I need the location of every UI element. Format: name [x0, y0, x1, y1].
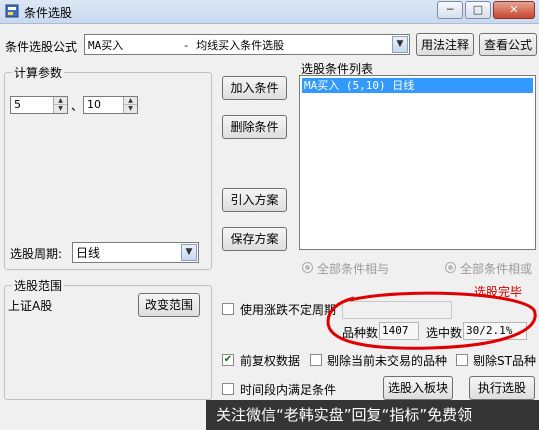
window-title: 条件选股: [24, 6, 73, 20]
all-and-label: 全部条件相与: [317, 262, 390, 276]
maximize-button[interactable]: □: [465, 1, 491, 19]
execute-select-button[interactable]: 执行选股: [469, 376, 535, 400]
exclude-untraded-checkbox[interactable]: [310, 354, 322, 366]
radio-all-and[interactable]: [302, 262, 313, 273]
period-label: 选股周期:: [10, 247, 63, 261]
change-range-button[interactable]: 改变范围: [138, 293, 200, 317]
stepper-down-icon[interactable]: ▼: [54, 105, 67, 113]
chevron-down-icon[interactable]: ▼: [392, 36, 408, 53]
watermark-banner: 关注微信“老韩实盘”回复“指标”免费领: [206, 400, 539, 430]
stepper-up-icon[interactable]: ▲: [54, 97, 67, 105]
formula-select[interactable]: MA买入 - 均线买入条件选股 ▼: [84, 34, 410, 55]
period-select[interactable]: 日线 ▼: [72, 242, 199, 263]
param2-stepper[interactable]: 10 ▲ ▼: [83, 96, 138, 114]
view-formula-button[interactable]: 查看公式: [479, 33, 537, 56]
exclude-st-checkbox[interactable]: [456, 354, 468, 366]
chevron-down-icon[interactable]: ▼: [181, 244, 197, 261]
close-button[interactable]: ✕: [493, 1, 535, 19]
forward-adjust-label: 前复权数据: [240, 354, 301, 368]
exclude-untraded-label: 剔除当前未交易的品种: [327, 354, 448, 368]
exclude-st-label: 剔除ST品种: [473, 354, 536, 368]
range-value: 上证A股: [8, 299, 53, 313]
time-range-label: 时间段内满足条件: [240, 383, 337, 397]
formula-value: MA买入 - 均线买入条件选股: [88, 39, 285, 52]
stepper-down-icon[interactable]: ▼: [124, 105, 137, 113]
param-separator: 、: [71, 99, 84, 113]
annotation-ellipse: [326, 291, 537, 350]
param1-stepper[interactable]: 5 ▲ ▼: [10, 96, 68, 114]
formula-label: 条件选股公式: [5, 40, 78, 54]
title-bar: 条件选股 ─ □ ✕: [0, 0, 539, 24]
import-plan-button[interactable]: 引入方案: [222, 188, 287, 212]
param2-value: 10: [87, 98, 101, 111]
time-range-checkbox[interactable]: [222, 383, 234, 395]
select-to-block-button[interactable]: 选股入板块: [383, 376, 453, 400]
radio-all-or[interactable]: [445, 262, 456, 273]
stepper-up-icon[interactable]: ▲: [124, 97, 137, 105]
list-item[interactable]: MA买入 (5,10) 日线: [302, 78, 533, 93]
all-or-label: 全部条件相或: [460, 262, 533, 276]
delete-condition-button[interactable]: 删除条件: [222, 115, 287, 139]
param1-value: 5: [14, 98, 21, 111]
forward-adjust-checkbox[interactable]: ✔: [222, 354, 234, 366]
period-value: 日线: [76, 246, 101, 260]
use-unstable-period-checkbox[interactable]: [222, 303, 234, 315]
range-group-title: 选股范围: [12, 277, 65, 294]
app-icon: [5, 4, 19, 18]
minimize-button[interactable]: ─: [437, 1, 463, 19]
usage-notes-button[interactable]: 用法注释: [416, 33, 474, 56]
save-plan-button[interactable]: 保存方案: [222, 227, 287, 251]
condition-list[interactable]: MA买入 (5,10) 日线: [299, 75, 536, 250]
add-condition-button[interactable]: 加入条件: [222, 76, 287, 100]
params-group-title: 计算参数: [12, 64, 65, 81]
